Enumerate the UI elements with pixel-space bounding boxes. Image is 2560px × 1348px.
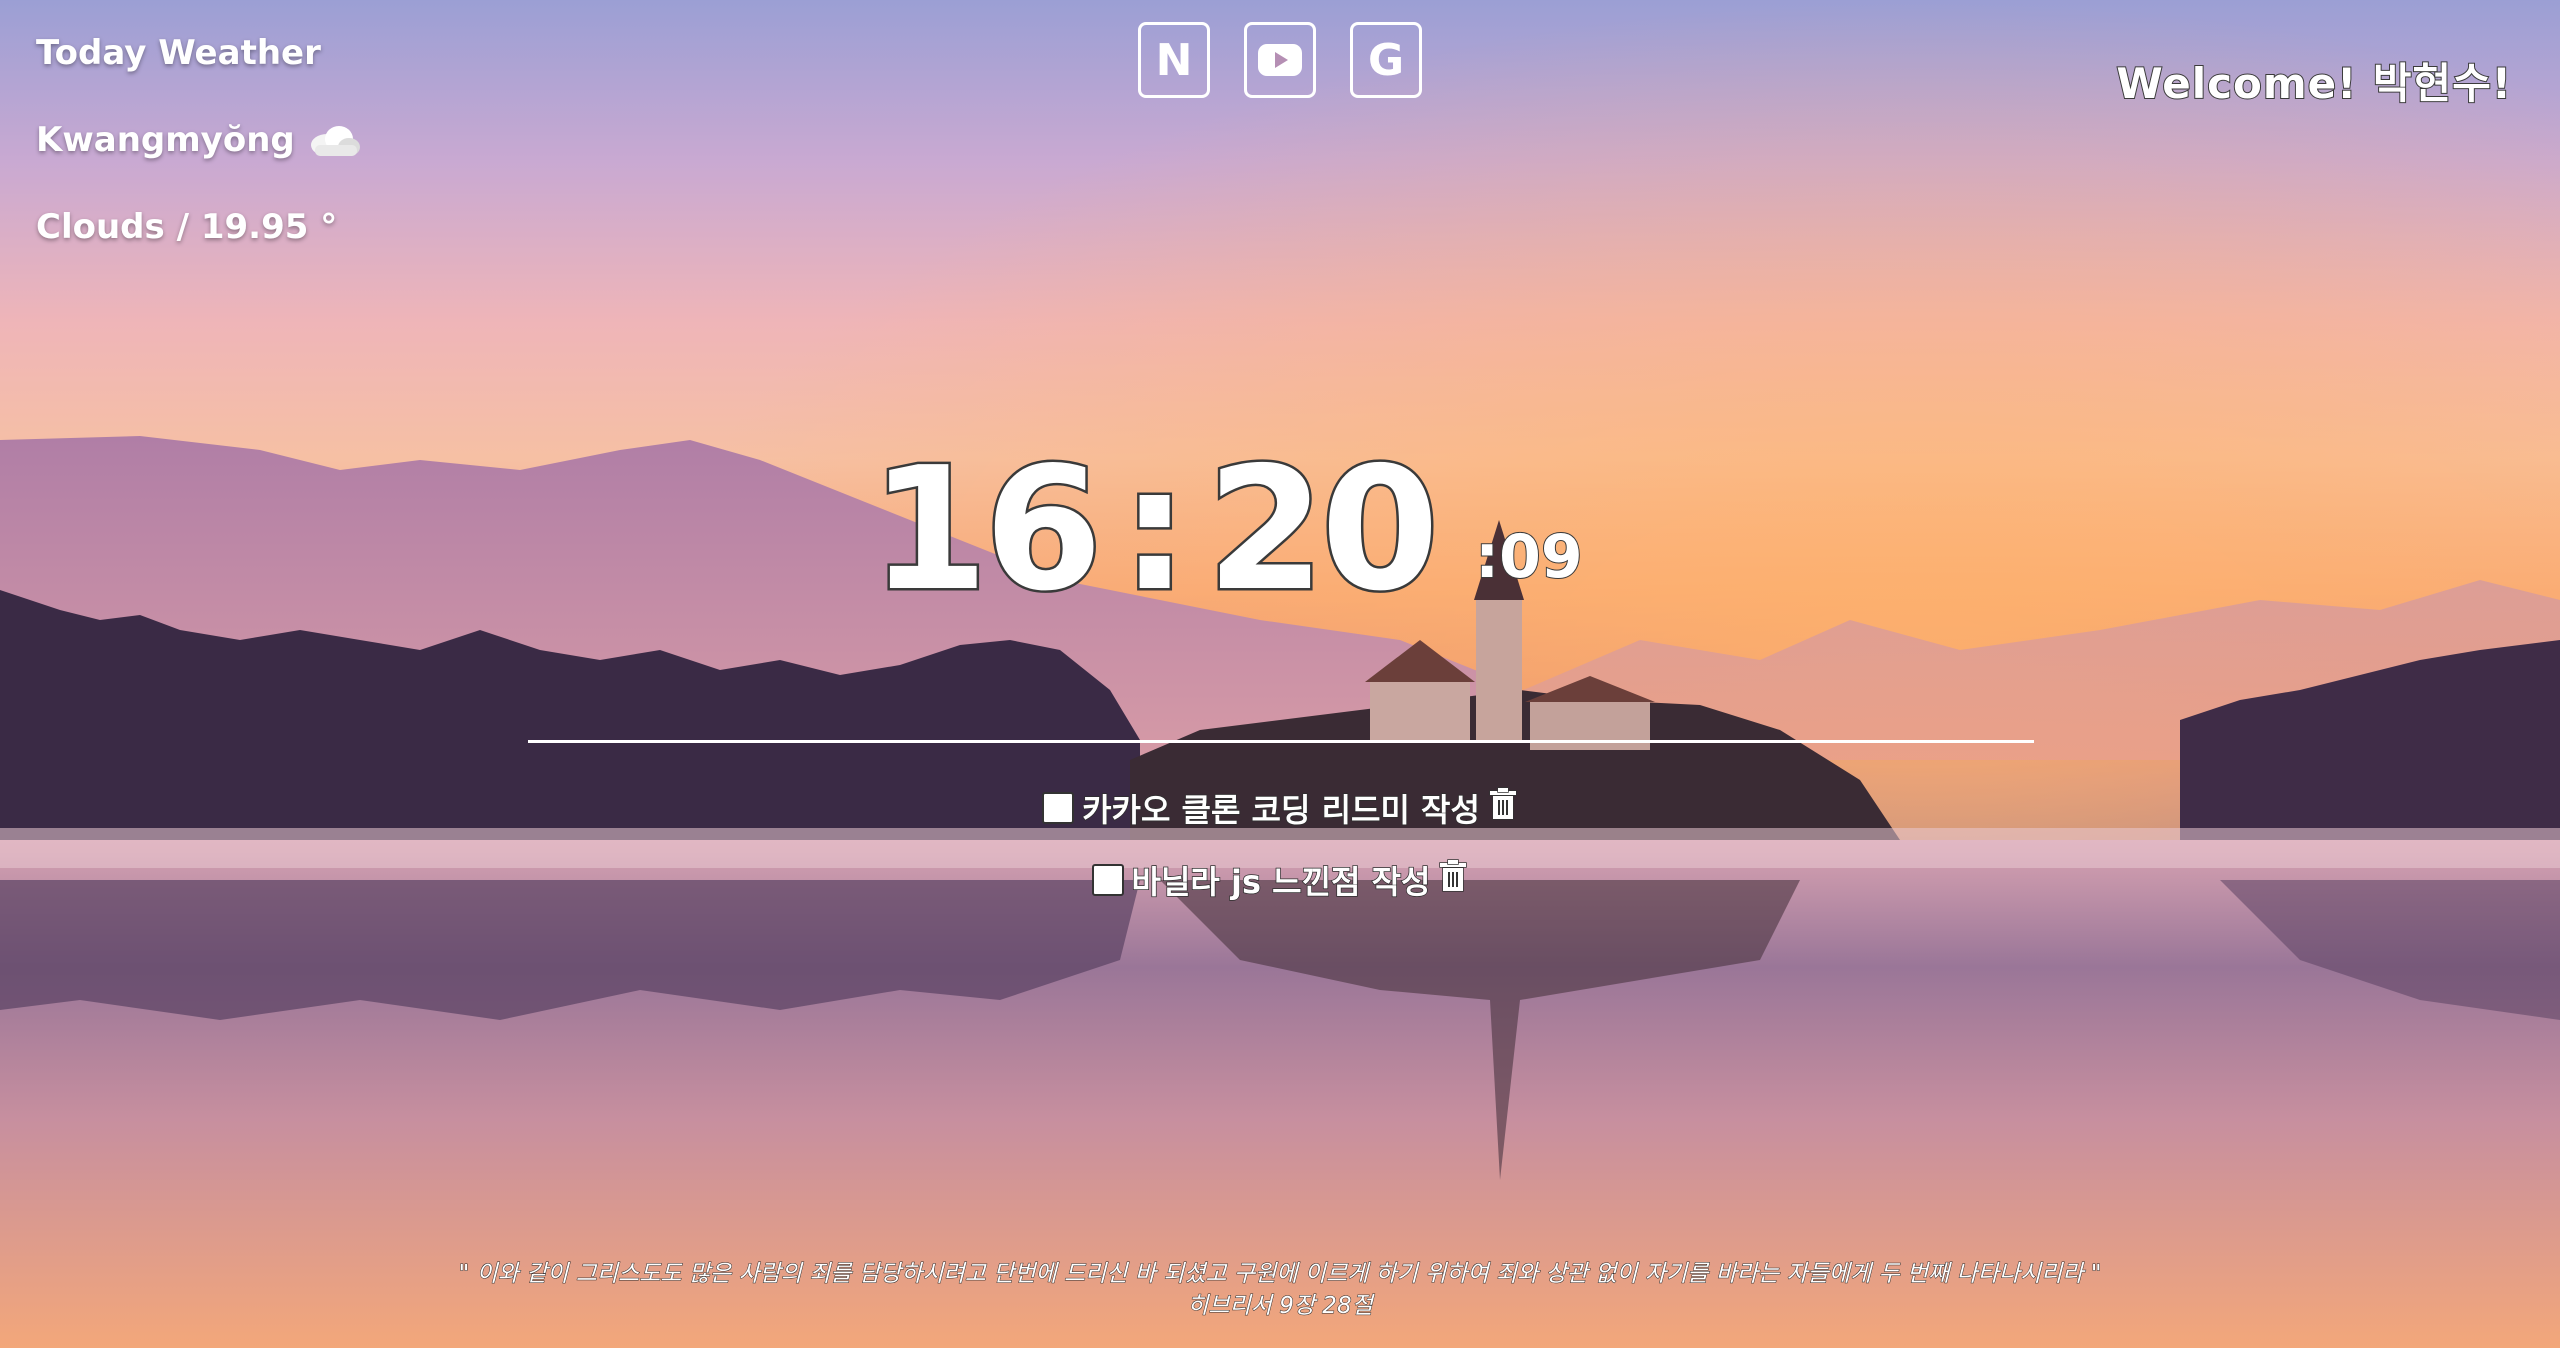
todo-text: 바닐라 js 느낀점 작성 — [1131, 862, 1431, 902]
todo-checkbox[interactable] — [1091, 864, 1124, 896]
quick-links: N G — [1138, 22, 1422, 98]
todo-checkbox[interactable] — [1042, 792, 1075, 824]
google-icon: G — [1367, 34, 1405, 86]
weather-widget: Today Weather Kwangmyŏng Clouds / 19.95 … — [36, 32, 361, 293]
todo-list: 카카오 클론 코딩 리드미 작성 바닐라 js 느낀점 작성 — [0, 780, 2560, 924]
background-scene — [0, 0, 2560, 1348]
bible-quote: " 이와 같이 그리스도도 많은 사람의 죄를 담당하시려고 단번에 드리신 바… — [0, 1258, 2560, 1322]
weather-city: Kwangmyŏng — [36, 120, 295, 160]
todo-item: 카카오 클론 코딩 리드미 작성 — [0, 780, 2560, 836]
weather-location: Kwangmyŏng — [36, 119, 361, 161]
todo-text: 카카오 클론 코딩 리드미 작성 — [1081, 790, 1480, 830]
clock: 16 : 20 :09 — [868, 431, 1584, 629]
trash-icon[interactable] — [1488, 787, 1518, 829]
clock-seconds: :09 — [1474, 521, 1583, 593]
quote-text: " 이와 같이 그리스도도 많은 사람의 죄를 담당하시려고 단번에 드리신 바… — [458, 1261, 2102, 1288]
cloud-icon — [307, 123, 361, 157]
clock-hours: 16 — [868, 431, 1106, 629]
naver-icon: N — [1155, 34, 1193, 86]
google-link-button[interactable]: G — [1350, 22, 1422, 98]
trash-icon[interactable] — [1438, 859, 1468, 901]
naver-link-button[interactable]: N — [1138, 22, 1210, 98]
weather-description: Clouds / 19.95 ° — [36, 207, 338, 247]
todo-item: 바닐라 js 느낀점 작성 — [0, 852, 2560, 908]
youtube-icon — [1257, 43, 1303, 77]
welcome-greeting: Welcome! 박현수! — [2115, 58, 2512, 109]
clock-minutes: 20 — [1204, 431, 1442, 629]
todo-input-line[interactable] — [528, 740, 2034, 743]
youtube-link-button[interactable] — [1244, 22, 1316, 98]
weather-title: Today Weather — [36, 33, 321, 73]
clock-separator: : — [1118, 431, 1191, 629]
quote-source: 히브리서 9장 28절 — [1187, 1293, 1373, 1320]
